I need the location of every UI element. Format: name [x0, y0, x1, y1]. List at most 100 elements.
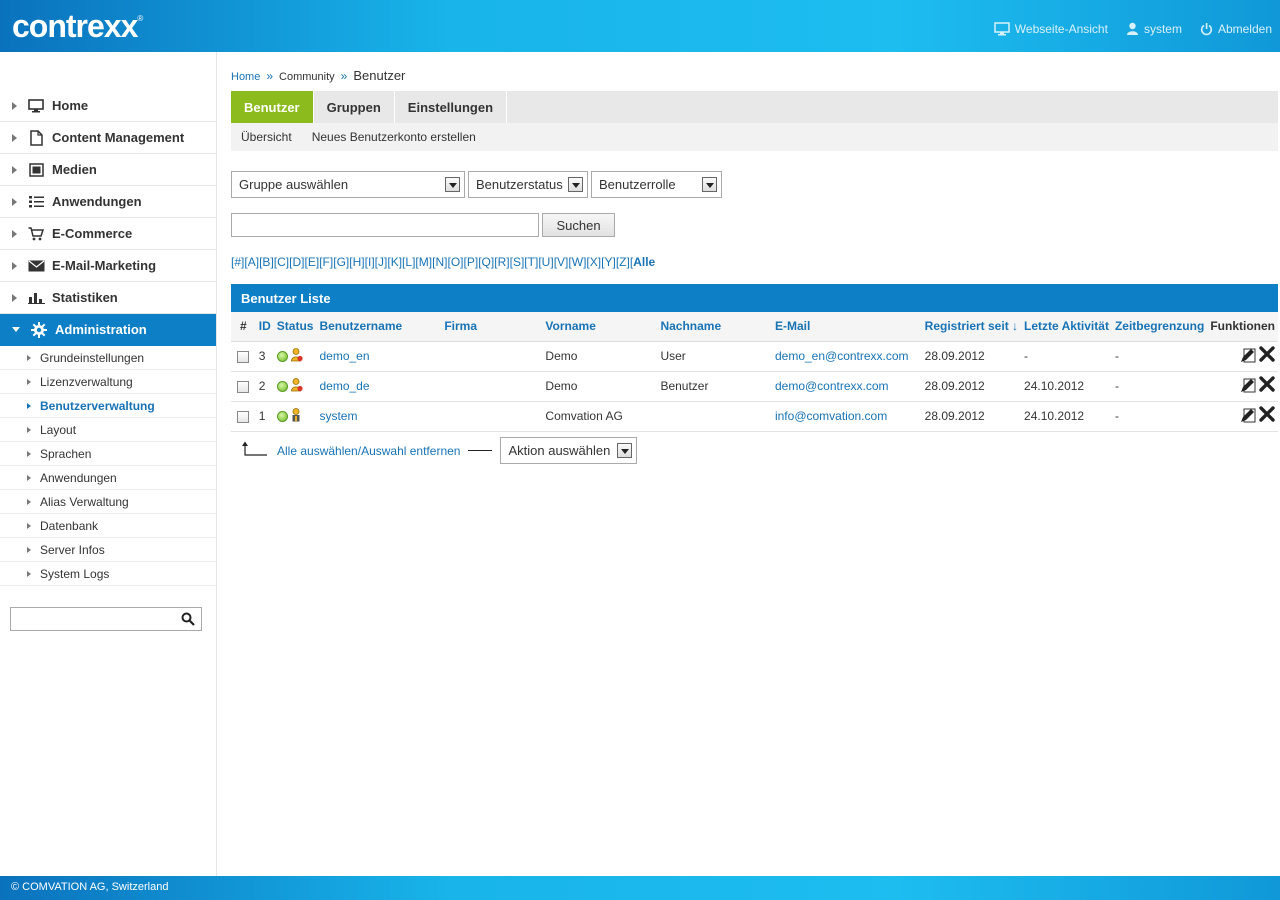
user-role-select[interactable]: Benutzerrolle [591, 171, 722, 198]
tab-benutzer[interactable]: Benutzer [231, 91, 314, 123]
letter-filter-b[interactable]: B [262, 255, 270, 269]
letter-filter-h[interactable]: H [353, 255, 362, 269]
username-link[interactable]: system [319, 409, 357, 423]
letter-filter-y[interactable]: Y [604, 255, 612, 269]
letter-filter: [#][A][B][C][D][E][F][G][H][I][J][K][L][… [231, 255, 655, 269]
breadcrumb-community[interactable]: Community [279, 71, 335, 83]
website-view-link[interactable]: Webseite-Ansicht [994, 22, 1108, 36]
sidebar-item-content-management[interactable]: Content Management [0, 122, 216, 154]
sidebar-item-label: Statistiken [52, 290, 118, 305]
letter-filter-a[interactable]: A [248, 255, 256, 269]
sidebar-item-media[interactable]: Medien [0, 154, 216, 186]
col-id[interactable]: ID [255, 312, 274, 342]
email-link[interactable]: demo_en@contrexx.com [775, 349, 909, 363]
deselect-all-link[interactable]: Auswahl entfernen [361, 444, 460, 458]
breadcrumb-current: Benutzer [353, 68, 406, 83]
sidebar-search-input[interactable] [11, 608, 176, 630]
email-link[interactable]: demo@contrexx.com [775, 379, 889, 393]
letter-filter-s[interactable]: S [513, 255, 521, 269]
letter-filter-e[interactable]: E [308, 255, 316, 269]
sidebar-subitem-system-logs[interactable]: System Logs [0, 562, 216, 586]
cell-id: 3 [255, 341, 274, 372]
sidebar-subitem-lizenzverwaltung[interactable]: Lizenzverwaltung [0, 370, 216, 394]
letter-filter-x[interactable]: X [590, 255, 598, 269]
col-last-activity[interactable]: Letzte Aktivität [1021, 312, 1112, 342]
col-company[interactable]: Firma [441, 312, 543, 342]
user-list-title: Benutzer Liste [231, 284, 1278, 312]
sidebar-item-ecommerce[interactable]: E-Commerce [0, 218, 216, 250]
letter-filter-u[interactable]: U [542, 255, 551, 269]
tab-gruppen[interactable]: Gruppen [314, 91, 395, 123]
search-button[interactable]: Suchen [542, 213, 615, 237]
user-status-select[interactable]: Benutzerstatus [468, 171, 588, 198]
col-registered[interactable]: Registriert seit ↓ [921, 312, 1022, 342]
tab-einstellungen[interactable]: Einstellungen [395, 91, 508, 123]
letter-filter-r[interactable]: R [498, 255, 507, 269]
letter-filter-v[interactable]: V [557, 255, 565, 269]
sidebar-item-label: Home [52, 98, 89, 113]
col-hash: # [231, 312, 256, 342]
delete-icon[interactable] [1259, 346, 1275, 366]
letter-filter-alle[interactable]: Alle [633, 255, 655, 269]
delete-icon[interactable] [1259, 406, 1275, 426]
breadcrumb-home[interactable]: Home [231, 71, 260, 83]
subtab-new-account[interactable]: Neues Benutzerkonto erstellen [312, 130, 476, 144]
sidebar-item-email-marketing[interactable]: E-Mail-Marketing [0, 250, 216, 282]
sidebar-subitem-server-infos[interactable]: Server Infos [0, 538, 216, 562]
sidebar-subitem-alias-verwaltung[interactable]: Alias Verwaltung [0, 490, 216, 514]
col-firstname[interactable]: Vorname [542, 312, 658, 342]
edit-icon[interactable] [1240, 376, 1257, 396]
edit-icon[interactable] [1240, 406, 1257, 426]
letter-filter-z[interactable]: Z [619, 255, 626, 269]
letter-filter-d[interactable]: D [292, 255, 301, 269]
sidebar-item-statistics[interactable]: Statistiken [0, 282, 216, 314]
select-all-link[interactable]: Alle auswählen [277, 444, 358, 458]
row-checkbox[interactable] [237, 350, 250, 363]
username-link[interactable]: demo_de [319, 379, 369, 393]
username-link[interactable]: demo_en [319, 349, 369, 363]
logo[interactable]: contrexx® [12, 8, 143, 45]
sidebar-item-label: Anwendungen [52, 194, 142, 209]
letter-filter-o[interactable]: O [451, 255, 460, 269]
letter-filter-hash[interactable]: # [234, 255, 241, 269]
sidebar-item-home[interactable]: Home [0, 90, 216, 122]
sidebar-item-applications[interactable]: Anwendungen [0, 186, 216, 218]
letter-filter-m[interactable]: M [419, 255, 429, 269]
col-status[interactable]: Status [273, 312, 317, 342]
letter-filter-t[interactable]: T [528, 255, 535, 269]
sidebar-subitem-datenbank[interactable]: Datenbank [0, 514, 216, 538]
sidebar-subitem-benutzerverwaltung[interactable]: Benutzerverwaltung [0, 394, 216, 418]
letter-filter-p[interactable]: P [467, 255, 475, 269]
user-table: # ID Status Benutzername Firma Vorname N… [231, 312, 1278, 432]
col-email[interactable]: E-Mail [771, 312, 922, 342]
sidebar-subitem-layout[interactable]: Layout [0, 418, 216, 442]
letter-filter-w[interactable]: W [572, 255, 583, 269]
letter-filter-l[interactable]: L [405, 255, 412, 269]
email-link[interactable]: info@comvation.com [775, 409, 887, 423]
action-select[interactable]: Aktion auswählen [500, 437, 638, 464]
group-select[interactable]: Gruppe auswählen [231, 171, 465, 198]
sidebar-subitem-grundeinstellungen[interactable]: Grundeinstellungen [0, 346, 216, 370]
subtab-overview[interactable]: Übersicht [241, 130, 292, 144]
letter-filter-n[interactable]: N [435, 255, 444, 269]
letter-filter-g[interactable]: G [337, 255, 346, 269]
sidebar-subitem-sprachen[interactable]: Sprachen [0, 442, 216, 466]
sidebar-item-administration[interactable]: Administration [0, 314, 216, 346]
col-username[interactable]: Benutzername [316, 312, 442, 342]
edit-icon[interactable] [1240, 346, 1257, 366]
letter-filter-q[interactable]: Q [482, 255, 491, 269]
row-checkbox[interactable] [237, 380, 250, 393]
logout-link[interactable]: Abmelden [1200, 22, 1272, 36]
search-icon[interactable] [181, 612, 195, 629]
col-lastname[interactable]: Nachname [657, 312, 772, 342]
letter-filter-f[interactable]: F [323, 255, 330, 269]
col-time-limit[interactable]: Zeitbegrenzung [1111, 312, 1208, 342]
sidebar-subitem-anwendungen[interactable]: Anwendungen [0, 466, 216, 490]
letter-filter-k[interactable]: K [391, 255, 399, 269]
user-link[interactable]: system [1126, 22, 1182, 36]
sidebar-item-label: Administration [55, 322, 147, 337]
delete-icon[interactable] [1259, 376, 1275, 396]
row-checkbox[interactable] [237, 410, 250, 423]
user-search-input[interactable] [231, 213, 539, 237]
letter-filter-c[interactable]: C [277, 255, 286, 269]
